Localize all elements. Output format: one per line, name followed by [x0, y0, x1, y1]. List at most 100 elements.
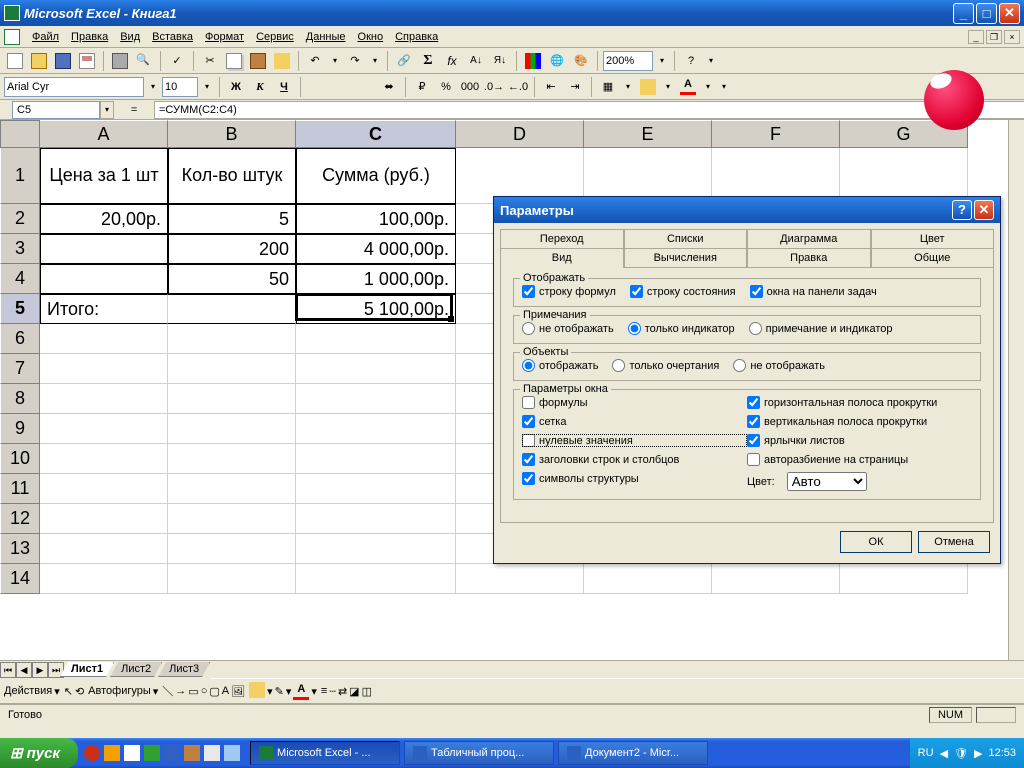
save-button[interactable]	[52, 50, 74, 72]
cell-C10[interactable]	[296, 444, 456, 474]
select-all-corner[interactable]	[0, 120, 40, 148]
copy-button[interactable]	[223, 50, 245, 72]
row-header-12[interactable]: 12	[0, 504, 40, 534]
cell-B2[interactable]: 5	[168, 204, 296, 234]
3d-button[interactable]: ◫	[362, 685, 372, 698]
cell-B14[interactable]	[168, 564, 296, 594]
redo-dropdown[interactable]: ▾	[368, 50, 382, 72]
menu-format[interactable]: Формат	[199, 29, 250, 45]
maximize-button[interactable]: □	[976, 3, 997, 24]
dash-style-button[interactable]: ┄	[329, 685, 336, 698]
arrow-button[interactable]: →	[175, 685, 186, 697]
check-vscroll[interactable]: вертикальная полоса прокрутки	[747, 415, 972, 428]
tab-lists[interactable]: Списки	[624, 229, 748, 248]
font-color-button[interactable]: A	[677, 76, 699, 98]
cell-G14[interactable]	[840, 564, 968, 594]
font-color-dropdown[interactable]: ▾	[701, 76, 715, 98]
cell-B3[interactable]: 200	[168, 234, 296, 264]
language-indicator[interactable]: RU	[918, 747, 934, 759]
cell-A11[interactable]	[40, 474, 168, 504]
cell-A8[interactable]	[40, 384, 168, 414]
menu-tools[interactable]: Сервис	[250, 29, 300, 45]
start-button[interactable]: ⊞пуск	[0, 738, 78, 768]
ql-icon-6[interactable]	[184, 745, 200, 761]
cell-A3[interactable]	[40, 234, 168, 264]
fill-color-button[interactable]	[637, 76, 659, 98]
cell-C12[interactable]	[296, 504, 456, 534]
merge-center-button[interactable]: ⬌	[378, 76, 400, 98]
shadow-button[interactable]: ◪	[349, 685, 359, 698]
radio-comments-none[interactable]: не отображать	[522, 322, 614, 335]
tab-nav-next[interactable]: ▶	[32, 662, 48, 678]
check-formulas[interactable]: формулы	[522, 396, 747, 409]
ql-icon-5[interactable]	[164, 745, 180, 761]
tab-edit[interactable]: Правка	[747, 248, 871, 267]
hyperlink-button[interactable]: 🔗	[393, 50, 415, 72]
redo-button[interactable]: ↷	[344, 50, 366, 72]
mdi-minimize-button[interactable]: _	[968, 30, 984, 44]
row-header-11[interactable]: 11	[0, 474, 40, 504]
row-header-4[interactable]: 4	[0, 264, 40, 294]
cell-B12[interactable]	[168, 504, 296, 534]
cell-C11[interactable]	[296, 474, 456, 504]
paste-button[interactable]	[247, 50, 269, 72]
check-pagebreaks[interactable]: авторазбиение на страницы	[747, 453, 972, 466]
wordart-button[interactable]: A	[222, 685, 229, 697]
col-header-C[interactable]: C	[296, 120, 456, 148]
clipart-button[interactable]: 🖼	[231, 685, 245, 698]
fill-color-dropdown[interactable]: ▾	[661, 76, 675, 98]
sheet-tab-3[interactable]: Лист3	[158, 662, 210, 677]
map-button[interactable]: 🌐	[546, 50, 568, 72]
cell-B9[interactable]	[168, 414, 296, 444]
ql-icon-2[interactable]	[104, 745, 120, 761]
rectangle-button[interactable]: ▭	[188, 685, 198, 698]
vertical-scrollbar[interactable]	[1008, 120, 1024, 660]
bold-button[interactable]: Ж	[225, 76, 247, 98]
italic-button[interactable]: К	[249, 76, 271, 98]
dialog-titlebar[interactable]: Параметры ? ✕	[494, 197, 1000, 223]
tab-view[interactable]: Вид	[500, 248, 624, 267]
close-button[interactable]: ✕	[999, 3, 1020, 24]
menu-data[interactable]: Данные	[300, 29, 352, 45]
cell-B5[interactable]	[168, 294, 296, 324]
check-hscroll[interactable]: горизонтальная полоса прокрутки	[747, 396, 972, 409]
ql-icon-4[interactable]	[144, 745, 160, 761]
cell-A5[interactable]: Итого:	[40, 294, 168, 324]
cell-A6[interactable]	[40, 324, 168, 354]
check-status-bar[interactable]: строку состояния	[630, 285, 736, 298]
cell-C2[interactable]: 100,00р.	[296, 204, 456, 234]
office-assistant-icon[interactable]	[924, 70, 984, 130]
row-header-9[interactable]: 9	[0, 414, 40, 444]
tab-chart[interactable]: Диаграмма	[747, 229, 871, 248]
col-header-D[interactable]: D	[456, 120, 584, 148]
font-color-draw-button[interactable]: A	[293, 683, 309, 700]
toolbar-options[interactable]: ▾	[704, 50, 718, 72]
cell-C6[interactable]	[296, 324, 456, 354]
menu-help[interactable]: Справка	[389, 29, 444, 45]
autoshapes-dropdown[interactable]: ▾	[153, 685, 159, 698]
tab-calculation[interactable]: Вычисления	[624, 248, 748, 267]
row-header-8[interactable]: 8	[0, 384, 40, 414]
row-header-6[interactable]: 6	[0, 324, 40, 354]
name-box[interactable]	[12, 101, 100, 119]
select-objects-button[interactable]: ↖	[64, 685, 73, 698]
cell-B1[interactable]: Кол-во штук	[168, 148, 296, 204]
sheet-tab-2[interactable]: Лист2	[110, 662, 162, 677]
check-sheet-tabs[interactable]: ярлычки листов	[747, 434, 972, 447]
clock[interactable]: 12:53	[988, 747, 1016, 759]
line-button[interactable]: ＼	[162, 683, 173, 699]
formatting-options[interactable]: ▾	[717, 76, 731, 98]
col-header-F[interactable]: F	[712, 120, 840, 148]
tray-icon-a[interactable]: ◀	[940, 747, 948, 760]
row-header-2[interactable]: 2	[0, 204, 40, 234]
col-header-E[interactable]: E	[584, 120, 712, 148]
tray-icon-b[interactable]: 🛡	[954, 747, 968, 760]
cell-A14[interactable]	[40, 564, 168, 594]
row-header-7[interactable]: 7	[0, 354, 40, 384]
function-button[interactable]: fx	[441, 50, 463, 72]
name-box-dropdown[interactable]: ▾	[100, 101, 114, 119]
cut-button[interactable]: ✂	[199, 50, 221, 72]
check-gridlines[interactable]: сетка	[522, 415, 747, 428]
row-header-10[interactable]: 10	[0, 444, 40, 474]
cell-A10[interactable]	[40, 444, 168, 474]
